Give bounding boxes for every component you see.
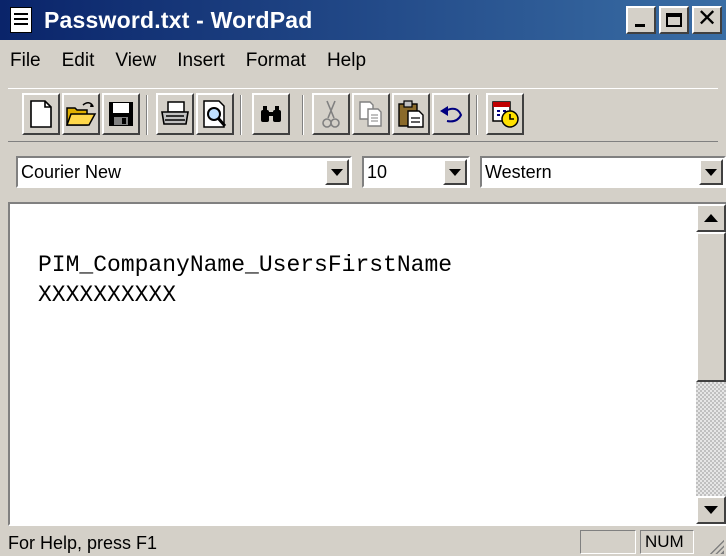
document-line: XXXXXXXXXX <box>38 282 177 308</box>
wordpad-window: Password.txt - WordPad ✕ File Edit View … <box>0 0 726 556</box>
wordpad-app-icon[interactable] <box>10 7 32 33</box>
document-line: PIM_CompanyName_UsersFirstName <box>38 252 453 278</box>
new-button[interactable] <box>22 93 60 135</box>
open-button[interactable] <box>62 93 100 135</box>
toolbar-separator <box>146 95 148 135</box>
menu-format[interactable]: Format <box>236 45 317 77</box>
status-bar: For Help, press F1 NUM <box>0 528 726 556</box>
title-bar[interactable]: Password.txt - WordPad ✕ <box>0 0 726 40</box>
open-folder-icon <box>65 102 97 126</box>
date-time-button[interactable] <box>486 93 524 135</box>
cut-scissors-icon <box>322 100 340 128</box>
toolbar-separator <box>302 95 304 135</box>
cut-button[interactable] <box>312 93 350 135</box>
undo-button[interactable] <box>432 93 470 135</box>
script-dropdown-button[interactable] <box>699 159 723 185</box>
save-disk-icon <box>109 102 133 126</box>
print-icon <box>161 101 189 125</box>
save-button[interactable] <box>102 93 140 135</box>
font-size-dropdown-button[interactable] <box>443 159 467 185</box>
font-size-combo[interactable]: 10 <box>362 156 470 188</box>
undo-icon <box>440 106 463 123</box>
scroll-up-button[interactable] <box>696 204 726 232</box>
document-area[interactable]: PIM_CompanyName_UsersFirstName XXXXXXXXXX <box>8 202 726 526</box>
paste-icon <box>398 100 424 128</box>
toolbar-separator <box>476 95 478 135</box>
maximize-button[interactable] <box>659 6 689 34</box>
chevron-down-icon <box>331 168 343 176</box>
status-help-text: For Help, press F1 <box>8 533 158 553</box>
format-bar: Courier New 10 Western <box>8 150 726 196</box>
find-binoculars-icon <box>261 106 281 122</box>
close-icon: ✕ <box>696 5 718 32</box>
scroll-thumb[interactable] <box>696 232 726 382</box>
font-name-value: Courier New <box>21 162 122 182</box>
new-document-icon <box>30 100 52 128</box>
window-controls: ✕ <box>626 6 722 34</box>
print-preview-icon <box>203 100 227 128</box>
font-name-dropdown-button[interactable] <box>325 159 349 185</box>
resize-grip-icon[interactable] <box>708 538 724 554</box>
chevron-down-icon <box>705 168 717 176</box>
font-size-value: 10 <box>367 162 388 182</box>
chevron-down-icon <box>449 168 461 176</box>
menu-insert[interactable]: Insert <box>167 45 236 77</box>
minimize-button[interactable] <box>626 6 656 34</box>
maximize-icon <box>666 13 682 27</box>
arrow-up-icon <box>704 214 718 222</box>
print-button[interactable] <box>156 93 194 135</box>
minimize-icon <box>635 24 645 27</box>
close-button[interactable]: ✕ <box>692 6 722 34</box>
menu-edit[interactable]: Edit <box>52 45 106 77</box>
copy-icon <box>359 101 382 127</box>
menu-file[interactable]: File <box>0 45 52 77</box>
num-lock-indicator: NUM <box>640 530 694 554</box>
vertical-scrollbar[interactable] <box>696 204 726 524</box>
window-title: Password.txt - WordPad <box>44 6 313 33</box>
paste-button[interactable] <box>392 93 430 135</box>
script-value: Western <box>485 162 552 182</box>
menu-view[interactable]: View <box>105 45 167 77</box>
date-time-icon <box>492 101 519 128</box>
font-name-combo[interactable]: Courier New <box>16 156 352 188</box>
find-button[interactable] <box>252 93 290 135</box>
menu-bar: File Edit View Insert Format Help <box>0 42 726 80</box>
standard-toolbar <box>8 88 718 142</box>
copy-button[interactable] <box>352 93 390 135</box>
print-preview-button[interactable] <box>196 93 234 135</box>
toolbar-separator <box>240 95 242 135</box>
document-text[interactable]: PIM_CompanyName_UsersFirstName XXXXXXXXXX <box>38 250 452 310</box>
scroll-down-button[interactable] <box>696 496 726 524</box>
menu-help[interactable]: Help <box>317 45 377 77</box>
script-combo[interactable]: Western <box>480 156 726 188</box>
arrow-down-icon <box>704 506 718 514</box>
status-panel-empty <box>580 530 636 554</box>
